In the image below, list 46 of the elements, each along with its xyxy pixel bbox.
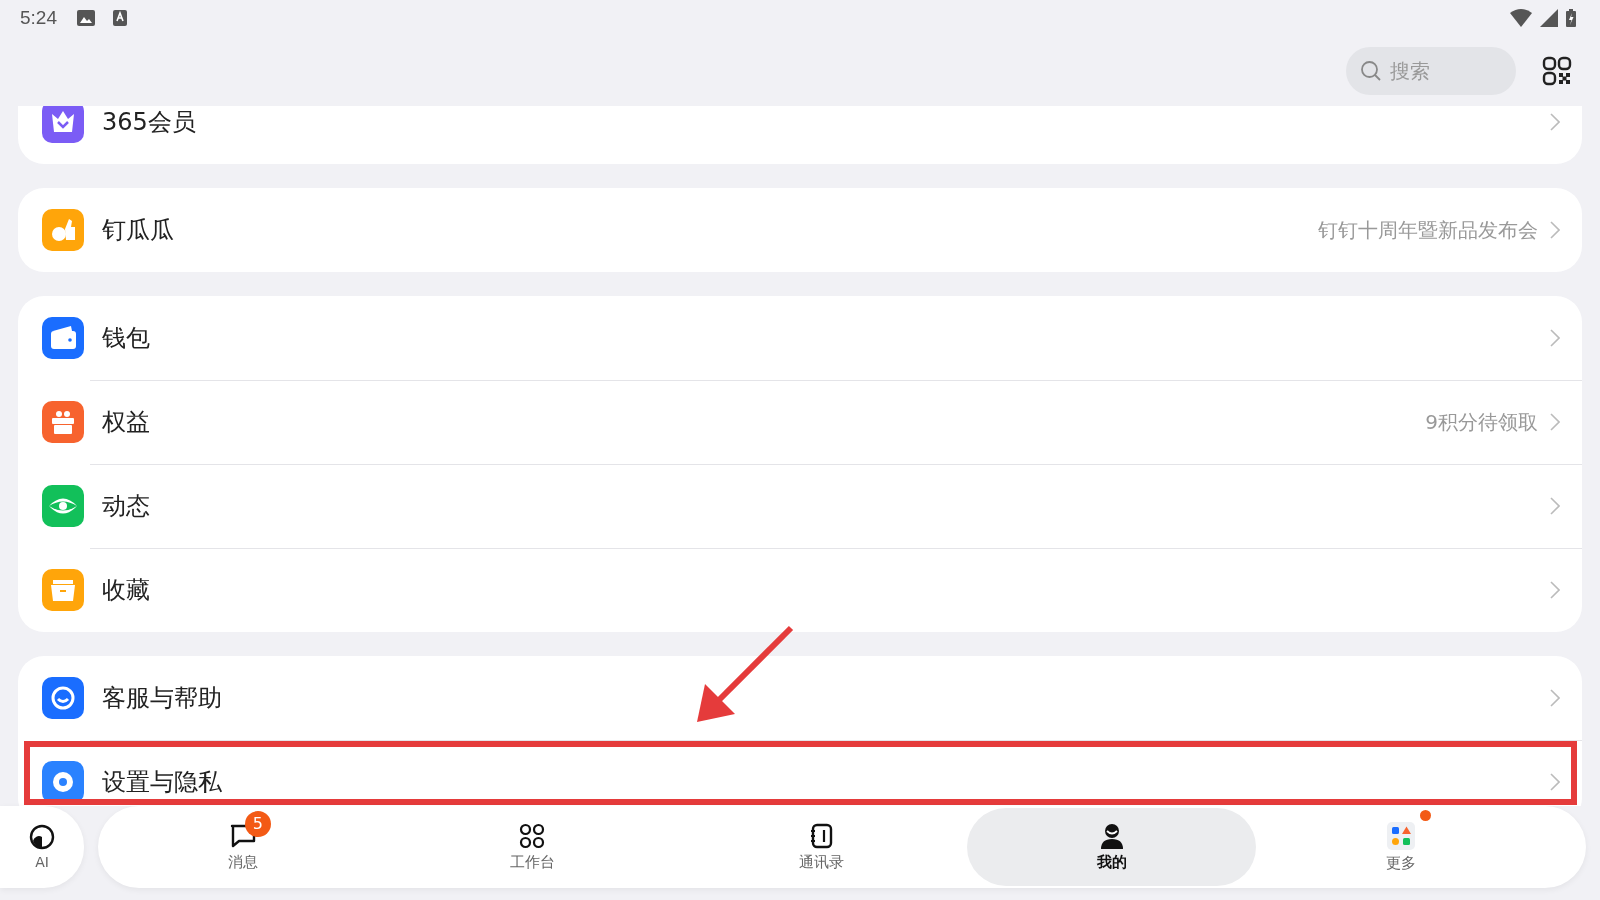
menu-item[interactable]: 收藏 — [18, 548, 1582, 632]
menu-item[interactable]: 设置与隐私 — [18, 740, 1582, 806]
item-label: 收藏 — [102, 575, 150, 606]
person-icon — [1099, 822, 1124, 849]
unread-badge: 5 — [244, 810, 271, 837]
search-field[interactable]: 搜索 — [1346, 47, 1516, 95]
chevron-icon — [1550, 221, 1560, 239]
menu-item[interactable]: 365会员 — [18, 106, 1582, 164]
chevron-icon — [1550, 413, 1560, 431]
contacts-book-icon — [810, 822, 834, 849]
grid-icon — [519, 822, 546, 849]
item-label: 钱包 — [102, 323, 150, 354]
menu-item[interactable]: 动态 — [18, 464, 1582, 548]
image-icon — [77, 10, 95, 26]
menu-item[interactable]: 权益 9积分待领取 — [18, 380, 1582, 464]
menu-item[interactable]: 钉瓜瓜 钉钉十周年暨新品发布会 — [18, 188, 1582, 272]
keyboard-a-icon — [113, 10, 127, 26]
chevron-icon — [1550, 689, 1560, 707]
nav-tab[interactable]: 通讯录 — [677, 808, 967, 886]
item-detail: 钉钉十周年暨新品发布会 — [1318, 216, 1538, 244]
item-label: 365会员 — [102, 107, 196, 138]
item-label: 动态 — [102, 491, 150, 522]
menu-item[interactable]: 钱包 — [18, 296, 1582, 380]
item-label: 设置与隐私 — [102, 767, 222, 798]
chevron-icon — [1550, 497, 1560, 515]
item-detail: 9积分待领取 — [1425, 408, 1538, 436]
battery-icon — [1566, 9, 1576, 27]
scan-icon[interactable] — [1542, 56, 1572, 86]
nav-tab[interactable]: 5 消息 — [98, 808, 388, 886]
item-label: 客服与帮助 — [102, 683, 222, 714]
item-label: 钉瓜瓜 — [102, 215, 174, 246]
wifi-icon — [1510, 9, 1532, 27]
chevron-icon — [1550, 329, 1560, 347]
signal-icon — [1540, 9, 1558, 27]
chevron-icon — [1550, 113, 1560, 131]
chevron-icon — [1550, 773, 1560, 791]
status-time: 5:24 — [20, 7, 57, 29]
ai-button[interactable]: AI — [0, 806, 84, 888]
search-icon — [1360, 60, 1382, 82]
nav-tab[interactable]: 工作台 — [387, 808, 678, 886]
apps-icon — [1387, 821, 1416, 850]
nav-tab[interactable]: 更多 — [1256, 808, 1546, 886]
item-label: 权益 — [102, 407, 150, 438]
ai-icon — [29, 824, 55, 850]
chevron-icon — [1550, 581, 1560, 599]
nav-tab[interactable]: 我的 — [966, 808, 1257, 886]
